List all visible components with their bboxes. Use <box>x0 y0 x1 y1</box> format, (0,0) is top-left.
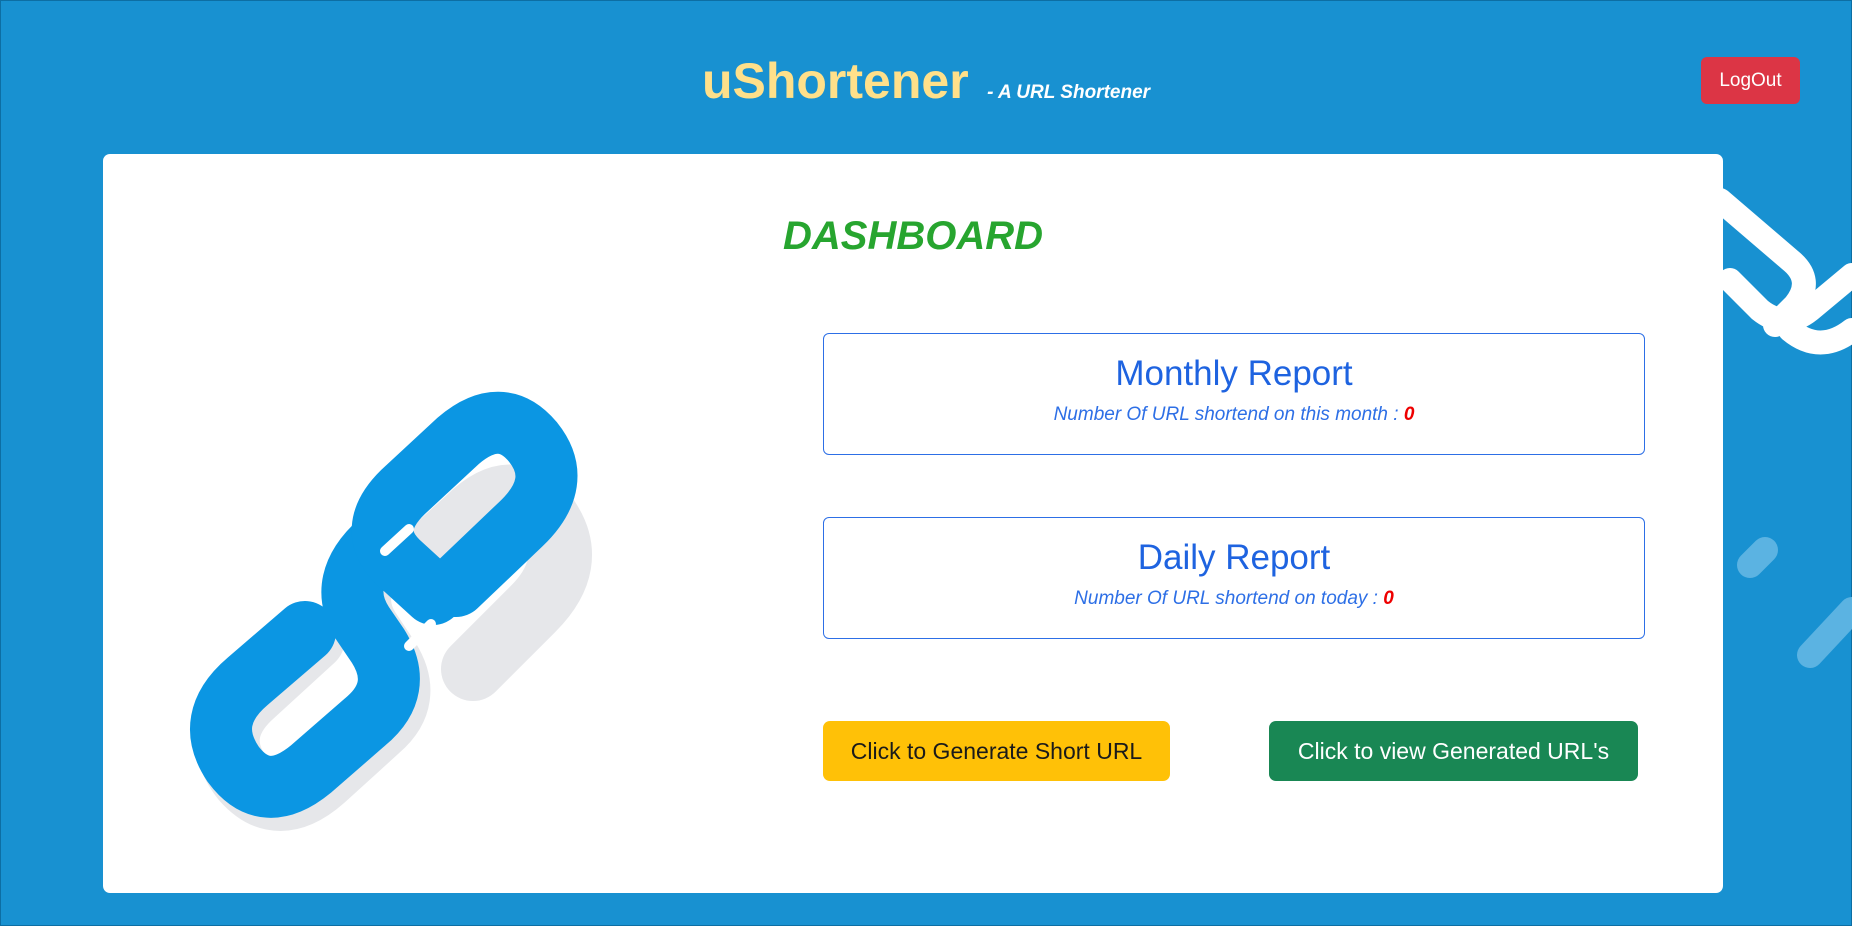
app-header: uShortener - A URL Shortener <box>0 52 1852 110</box>
generate-short-url-button[interactable]: Click to Generate Short URL <box>823 721 1170 781</box>
monthly-report-title: Monthly Report <box>1115 354 1353 393</box>
page-title: DASHBOARD <box>783 214 1043 258</box>
daily-report-count: 0 <box>1383 588 1394 609</box>
daily-report-label: Number Of URL shortend on today : <box>1074 588 1384 609</box>
monthly-report-count: 0 <box>1403 404 1415 425</box>
brand-tagline: - A URL Shortener <box>987 82 1151 103</box>
daily-report-description: Number Of URL shortend on today : 0 <box>824 588 1644 610</box>
monthly-report-card: Monthly Report Number Of URL shortend on… <box>823 333 1645 455</box>
daily-report-title: Daily Report <box>1137 538 1331 577</box>
dashboard-card: DASHBOARD Monthly Report Number Of URL s… <box>103 154 1723 893</box>
logout-button[interactable]: LogOut <box>1701 57 1800 104</box>
monthly-report-description: Number Of URL shortend on this month : 0 <box>824 404 1644 426</box>
view-generated-urls-button[interactable]: Click to view Generated URL's <box>1269 721 1638 781</box>
brand-title: uShortener <box>701 53 969 109</box>
monthly-report-label: Number Of URL shortend on this month : <box>1053 404 1404 425</box>
link-chain-icon <box>173 324 673 844</box>
daily-report-card: Daily Report Number Of URL shortend on t… <box>823 517 1645 639</box>
